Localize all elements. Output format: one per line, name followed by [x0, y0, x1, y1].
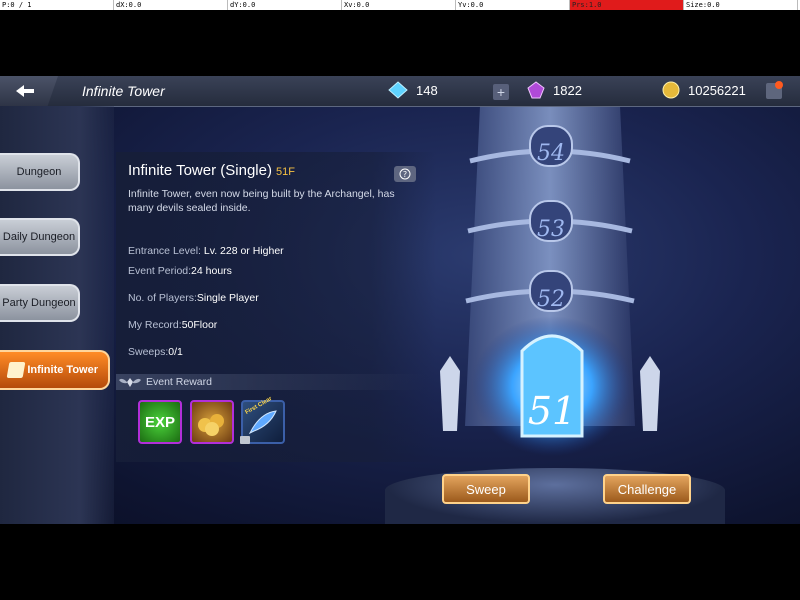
lock-icon — [240, 436, 250, 444]
challenge-button[interactable]: Challenge — [603, 474, 691, 504]
svg-text:?: ? — [403, 170, 407, 179]
debug-pressure: Prs:1.0 — [570, 0, 684, 10]
diamond-amount: 148 — [416, 82, 438, 98]
gold-counter: 10256221 — [662, 81, 746, 99]
debug-yv: Yv:0.0 — [456, 0, 570, 10]
gold-coins-icon — [198, 414, 224, 436]
debug-dx: dX:0.0 — [114, 0, 228, 10]
players-label: No. of Players: — [128, 292, 197, 304]
add-currency-button[interactable]: + — [493, 84, 509, 100]
sweeps-label: Sweeps: — [128, 346, 169, 358]
bottom-letterbox — [0, 524, 800, 600]
entrance-level-label: Entrance Level: — [128, 245, 201, 257]
book-icon — [6, 362, 26, 378]
tower-mode-title: Infinite Tower (Single) — [128, 162, 272, 179]
top-bar: Infinite Tower 148 + 1822 10256221 — [0, 76, 800, 107]
crystal-counter: 1822 — [527, 81, 582, 99]
debug-pointer: P:0 / 1 — [0, 0, 114, 10]
event-reward-label: Event Reward — [146, 376, 212, 388]
gold-amount: 10256221 — [688, 82, 746, 98]
help-button[interactable]: ? — [394, 166, 416, 182]
crystal-amount: 1822 — [553, 82, 582, 98]
side-tab-column: Dungeon Daily Dungeon Party Dungeon Infi… — [0, 106, 114, 524]
winged-emblem-icon — [119, 378, 141, 387]
entrance-level-value: Lv. 228 or Higher — [203, 245, 284, 257]
tower-illustration: 54 53 52 51 — [440, 106, 660, 456]
players-value: Single Player — [196, 292, 259, 304]
tab-party-dungeon[interactable]: Party Dungeon — [0, 284, 80, 322]
back-arrow-icon — [16, 85, 34, 97]
my-record-label: My Record: — [128, 319, 182, 331]
my-record-value: 50Floor — [181, 319, 218, 331]
help-icon: ? — [399, 168, 411, 180]
tab-infinite-tower[interactable]: Infinite Tower — [0, 350, 110, 390]
tower-floor-53: 53 — [537, 217, 565, 242]
sweep-button[interactable]: Sweep — [442, 474, 530, 504]
reward-exp-item[interactable]: EXP — [138, 400, 182, 444]
exp-icon: EXP — [144, 413, 175, 431]
my-record-row: My Record:50Floor — [128, 319, 217, 331]
tower-floor-54: 54 — [537, 141, 565, 166]
back-button[interactable] — [0, 76, 58, 106]
reward-gold-item[interactable] — [190, 400, 234, 444]
event-period-row: Event Period:24 hours — [128, 265, 232, 277]
tower-current-floor: 51 — [528, 389, 576, 433]
sweeps-value: 0/1 — [168, 346, 183, 358]
tab-daily-dungeon[interactable]: Daily Dungeon — [0, 218, 80, 256]
page-title: Infinite Tower — [82, 83, 165, 99]
game-viewport: 54 53 52 51 Infinite Tower 148 + 1822 10… — [0, 76, 800, 524]
debug-overlay: P:0 / 1 dX:0.0 dY:0.0 Xv:0.0 Yv:0.0 Prs:… — [0, 0, 800, 10]
tab-infinite-tower-label: Infinite Tower — [27, 364, 98, 376]
players-row: No. of Players:Single Player — [128, 292, 259, 304]
gold-coin-icon — [662, 81, 680, 99]
sweeps-row: Sweeps:0/1 — [128, 346, 183, 358]
debug-size: Size:0.0 — [684, 0, 798, 10]
entrance-level-row: Entrance Level: Lv. 228 or Higher — [128, 245, 284, 257]
crystal-icon — [527, 81, 545, 99]
notification-dot-icon — [775, 81, 783, 89]
tab-dungeon[interactable]: Dungeon — [0, 153, 80, 191]
current-floor-badge: 51F — [275, 166, 295, 178]
tower-floor-52: 52 — [537, 287, 565, 312]
panel-title: Infinite Tower (Single) 51F — [128, 162, 295, 179]
event-reward-header: Event Reward — [116, 374, 426, 390]
plus-icon: + — [496, 84, 506, 100]
tower-description: Infinite Tower, even now being built by … — [128, 188, 395, 214]
debug-xv: Xv:0.0 — [342, 0, 456, 10]
debug-dy: dY:0.0 — [228, 0, 342, 10]
diamond-counter: 148 — [388, 81, 438, 99]
diamond-icon — [388, 81, 408, 99]
event-period-value: 24 hours — [191, 265, 232, 277]
event-period-label: Event Period: — [128, 265, 192, 277]
